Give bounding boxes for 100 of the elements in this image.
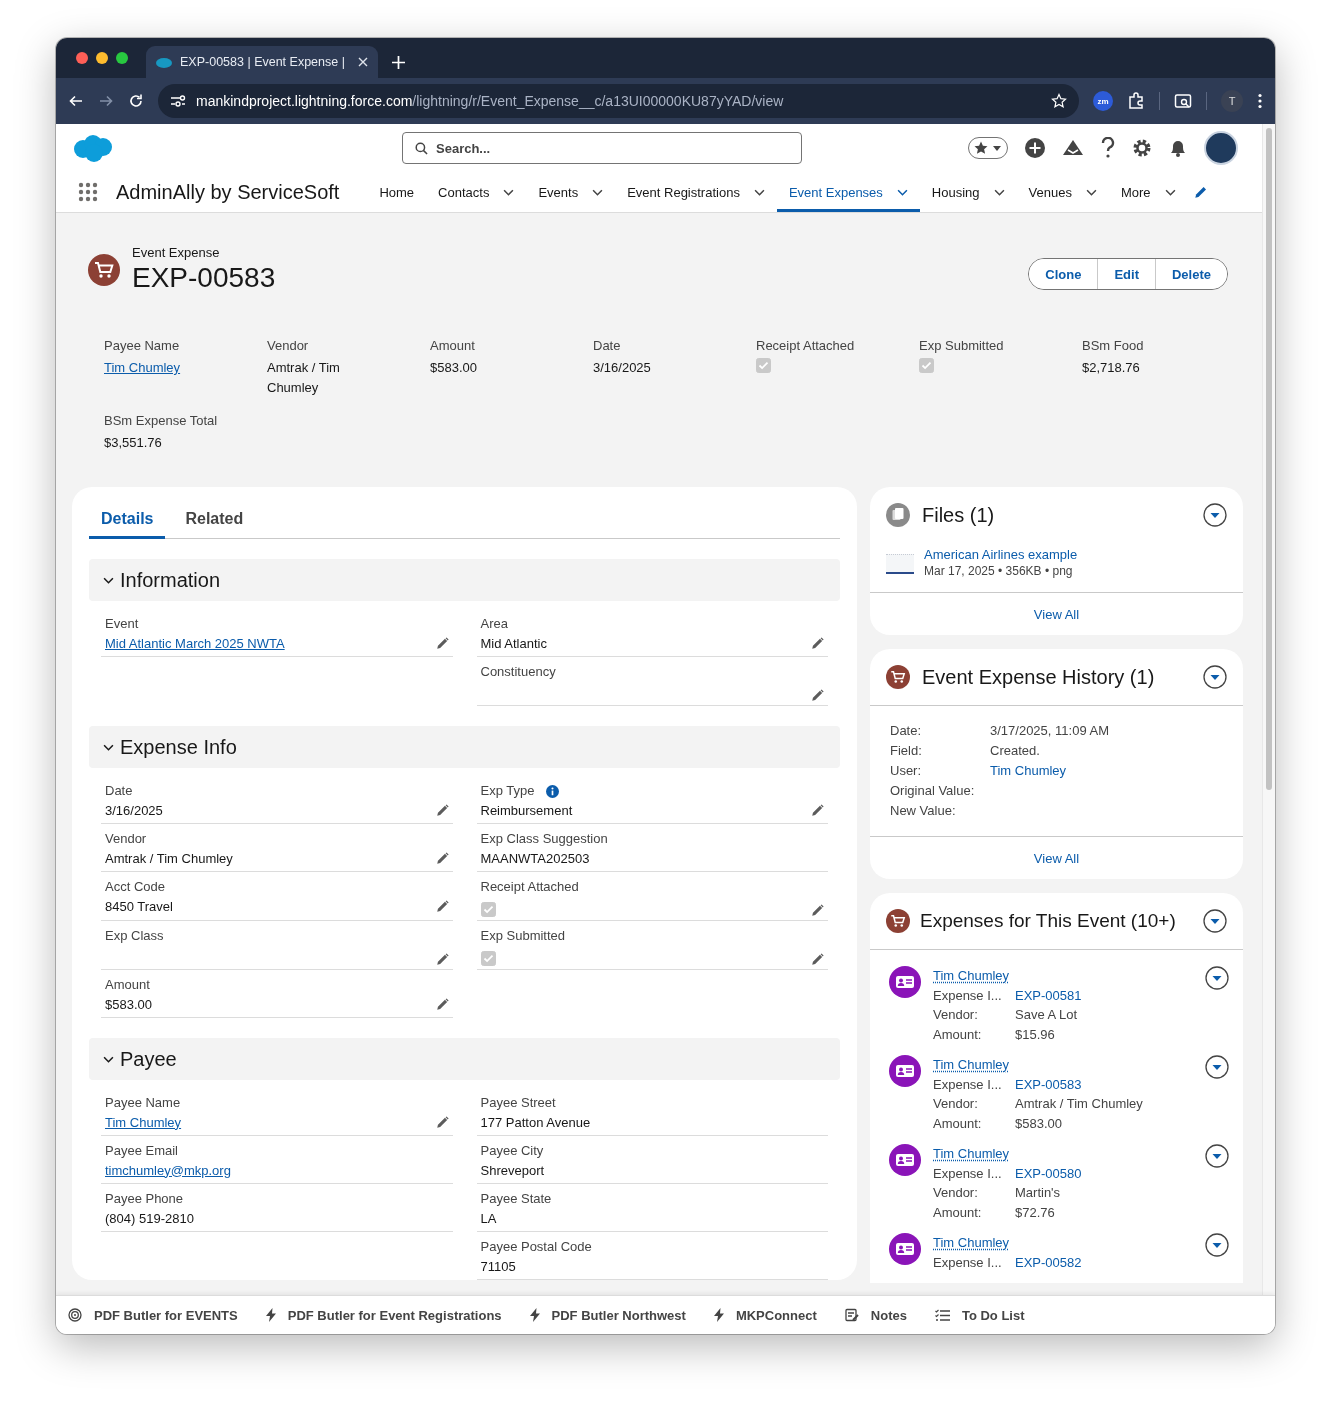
dropdown-icon[interactable] bbox=[1203, 909, 1227, 933]
view-all-link[interactable]: View All bbox=[1033, 607, 1080, 622]
section-title: Payee bbox=[120, 1047, 177, 1071]
utility-item[interactable]: PDF Butler for EVENTS bbox=[68, 1307, 252, 1323]
dropdown-icon[interactable] bbox=[1205, 1144, 1229, 1168]
pencil-icon[interactable] bbox=[435, 851, 449, 865]
tab[interactable]: Related bbox=[173, 501, 256, 539]
expense-link[interactable]: EXP-00580 bbox=[1015, 1163, 1193, 1183]
pencil-icon[interactable] bbox=[811, 904, 824, 917]
address-bar[interactable]: mankindproject.lightning.force.com/lightning/r/Event_Expense__c/a13UI00000KU87yYAD/view bbox=[158, 84, 1079, 118]
file-thumbnail bbox=[886, 553, 914, 574]
dropdown-icon[interactable] bbox=[1203, 665, 1227, 689]
pencil-icon[interactable] bbox=[435, 636, 449, 650]
expense-link[interactable]: EXP-00583 bbox=[1015, 1074, 1193, 1094]
pencil-icon[interactable] bbox=[811, 953, 824, 966]
pencil-icon[interactable] bbox=[435, 803, 449, 817]
tab[interactable]: Details bbox=[89, 501, 166, 539]
bell-icon[interactable] bbox=[1168, 138, 1188, 158]
action-button[interactable]: Delete bbox=[1154, 259, 1227, 289]
tab-search-icon[interactable] bbox=[1174, 92, 1192, 110]
nav-tab[interactable]: Event Expenses bbox=[776, 172, 920, 212]
link[interactable]: Tim Chumley bbox=[105, 1114, 182, 1130]
close-icon[interactable] bbox=[358, 57, 368, 67]
contact-link[interactable]: Tim Chumley bbox=[933, 1146, 1010, 1161]
expense-link[interactable]: EXP-00582 bbox=[1015, 1252, 1193, 1272]
utility-item[interactable]: To Do List bbox=[934, 1307, 1039, 1323]
nav-tab[interactable]: Venues bbox=[1016, 172, 1109, 212]
cloud-logo[interactable] bbox=[72, 133, 114, 163]
section-header[interactable]: Expense Info bbox=[89, 726, 840, 768]
nav-tab[interactable]: Events bbox=[526, 172, 616, 212]
reload-icon[interactable] bbox=[128, 93, 144, 109]
link[interactable]: Mid Atlantic March 2025 NWTA bbox=[105, 635, 285, 651]
action-button[interactable]: Clone bbox=[1029, 259, 1098, 289]
pencil-icon[interactable] bbox=[435, 1115, 449, 1129]
contact-link[interactable]: Tim Chumley bbox=[933, 968, 1010, 983]
more-icon[interactable] bbox=[1257, 93, 1263, 109]
user-link[interactable]: Tim Chumley bbox=[990, 762, 1223, 780]
expense-link[interactable]: EXP-00581 bbox=[1015, 985, 1193, 1005]
scrollbar-thumb[interactable] bbox=[1266, 128, 1272, 790]
search-field[interactable]: Search... bbox=[402, 132, 802, 164]
nav-tab[interactable]: Contacts bbox=[426, 172, 527, 212]
pencil-icon[interactable] bbox=[435, 997, 449, 1011]
nav-tab[interactable]: Housing bbox=[919, 172, 1017, 212]
site-settings-icon[interactable] bbox=[170, 94, 186, 108]
forward-icon[interactable] bbox=[98, 93, 114, 109]
dropdown-icon[interactable] bbox=[1205, 1055, 1229, 1079]
browser-tab[interactable]: EXP-00583 | Event Expense | bbox=[146, 46, 378, 78]
section-header[interactable]: Information bbox=[89, 559, 840, 601]
puzzle-icon[interactable] bbox=[1127, 92, 1145, 110]
contact-link[interactable]: Tim Chumley bbox=[933, 1057, 1010, 1072]
utility-item[interactable]: MKPConnect bbox=[713, 1307, 831, 1323]
pencil-icon[interactable] bbox=[811, 689, 824, 702]
field-label: Exp Class Suggestion bbox=[480, 830, 608, 848]
pencil-icon[interactable] bbox=[811, 636, 824, 650]
pencil-icon[interactable] bbox=[811, 803, 824, 817]
field-value: $583.00 bbox=[430, 360, 477, 375]
dropdown-icon[interactable] bbox=[1203, 503, 1227, 527]
pencil-icon[interactable] bbox=[435, 899, 449, 913]
extension-button[interactable]: zm bbox=[1093, 91, 1113, 111]
field-label: Payee Phone bbox=[105, 1190, 184, 1208]
action-button[interactable]: Edit bbox=[1097, 259, 1155, 289]
contact-link[interactable]: Tim Chumley bbox=[933, 1235, 1010, 1250]
dropdown-icon[interactable] bbox=[1205, 966, 1229, 990]
section-header[interactable]: Payee bbox=[89, 1038, 840, 1080]
back-icon[interactable] bbox=[68, 93, 84, 109]
contact-card-icon bbox=[889, 1144, 921, 1176]
cart-icon bbox=[88, 254, 120, 286]
settings-icon[interactable] bbox=[1132, 138, 1152, 158]
card-title: Expenses for This Event (10+) bbox=[920, 910, 1177, 932]
profile-avatar[interactable]: T bbox=[1221, 90, 1243, 112]
nav-tab[interactable]: More bbox=[1108, 172, 1188, 212]
mountain-icon[interactable] bbox=[1062, 138, 1084, 158]
utility-item[interactable]: PDF Butler Northwest bbox=[529, 1307, 700, 1323]
dropdown-icon[interactable] bbox=[1205, 1233, 1229, 1257]
field-label: Area bbox=[480, 615, 508, 633]
pencil-icon[interactable] bbox=[435, 953, 449, 966]
row-label: Expense I... bbox=[933, 986, 1003, 1005]
nav-tab[interactable]: Home bbox=[367, 172, 427, 212]
field-label: Payee Name bbox=[105, 1094, 181, 1112]
field-value: 8450 Travel bbox=[105, 898, 173, 914]
new-tab-icon[interactable] bbox=[392, 56, 405, 69]
add-icon[interactable] bbox=[1024, 137, 1046, 159]
app-launcher-icon[interactable] bbox=[78, 182, 98, 202]
pencil-icon[interactable] bbox=[1193, 185, 1208, 199]
utility-item[interactable]: Notes bbox=[844, 1307, 921, 1323]
link[interactable]: timchumley@mkp.org bbox=[105, 1162, 231, 1178]
view-all-link[interactable]: View All bbox=[1033, 851, 1080, 866]
utility-item[interactable]: PDF Butler for Event Registrations bbox=[265, 1307, 516, 1323]
star-icon[interactable] bbox=[1051, 93, 1067, 109]
file-link[interactable]: American Airlines example bbox=[924, 547, 1078, 562]
nav-tab[interactable]: Event Registrations bbox=[615, 172, 777, 212]
entry-label: Field: bbox=[890, 742, 923, 760]
info-icon[interactable] bbox=[546, 784, 560, 798]
entry-label: Original Value: bbox=[890, 782, 976, 800]
notes-icon bbox=[844, 1308, 859, 1322]
window-controls-drawing[interactable] bbox=[76, 52, 128, 64]
avatar[interactable] bbox=[1204, 131, 1238, 165]
help-icon[interactable] bbox=[1100, 137, 1116, 159]
link[interactable]: Tim Chumley bbox=[104, 360, 181, 375]
entry-label: Date: bbox=[890, 722, 923, 740]
